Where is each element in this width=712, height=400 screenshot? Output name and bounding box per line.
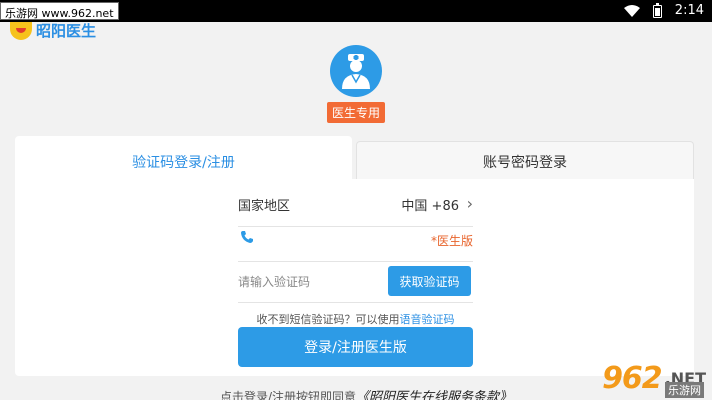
terms-agreement: 点击登录/注册按钮即同意《昭阳医生在线服务条款》 bbox=[220, 386, 512, 400]
app-name: 昭阳医生 bbox=[36, 22, 97, 40]
login-register-button[interactable]: 登录/注册医生版 bbox=[238, 327, 473, 367]
watermark-cn: 乐游网 bbox=[665, 382, 704, 398]
wifi-icon bbox=[624, 5, 640, 17]
status-time: 2:14 bbox=[674, 3, 704, 18]
hint-text: 收不到短信验证码？可以使用 bbox=[256, 313, 400, 326]
region-label: 国家地区 bbox=[238, 199, 291, 214]
doctor-avatar-icon bbox=[330, 45, 382, 97]
app-logo-icon bbox=[10, 21, 32, 40]
watermark-nums: 962 bbox=[602, 361, 663, 396]
voice-code-hint: 收不到短信验证码？可以使用语音验证码 bbox=[238, 311, 473, 327]
region-value: 中国 +86 bbox=[401, 199, 459, 214]
verification-code-row: 获取验证码 bbox=[238, 261, 473, 303]
voice-code-link[interactable]: 语音验证码 bbox=[400, 313, 455, 326]
doctor-only-badge: 医生专用 bbox=[327, 102, 386, 123]
phone-field[interactable]: *医生版 bbox=[238, 226, 473, 262]
watermark-top: 乐游网 www.962.net bbox=[0, 2, 119, 20]
app-brand: 昭阳医生 bbox=[10, 20, 96, 41]
battery-icon bbox=[653, 3, 662, 18]
verification-code-input[interactable] bbox=[238, 272, 378, 292]
chevron-right-icon: › bbox=[466, 194, 473, 213]
terms-text: 点击登录/注册按钮即同意 bbox=[220, 390, 357, 400]
region-selector[interactable]: 国家地区 中国 +86 › bbox=[238, 191, 473, 227]
login-card: 验证码登录/注册 账号密码登录 国家地区 中国 +86 › *医生版 获取验证码… bbox=[15, 136, 694, 376]
tab-code-login[interactable]: 验证码登录/注册 bbox=[15, 136, 352, 180]
terms-link[interactable]: 《昭阳医生在线服务条款》 bbox=[356, 390, 512, 400]
get-code-button[interactable]: 获取验证码 bbox=[388, 266, 471, 296]
login-form: 国家地区 中国 +86 › *医生版 获取验证码 收不到短信验证码？可以使用语音… bbox=[15, 179, 694, 376]
phone-icon bbox=[241, 231, 253, 243]
tab-password-login[interactable]: 账号密码登录 bbox=[356, 141, 694, 180]
watermark-bottom: 962 .NET 乐游网 bbox=[602, 361, 706, 398]
doctor-version-tag: *医生版 bbox=[430, 234, 473, 248]
